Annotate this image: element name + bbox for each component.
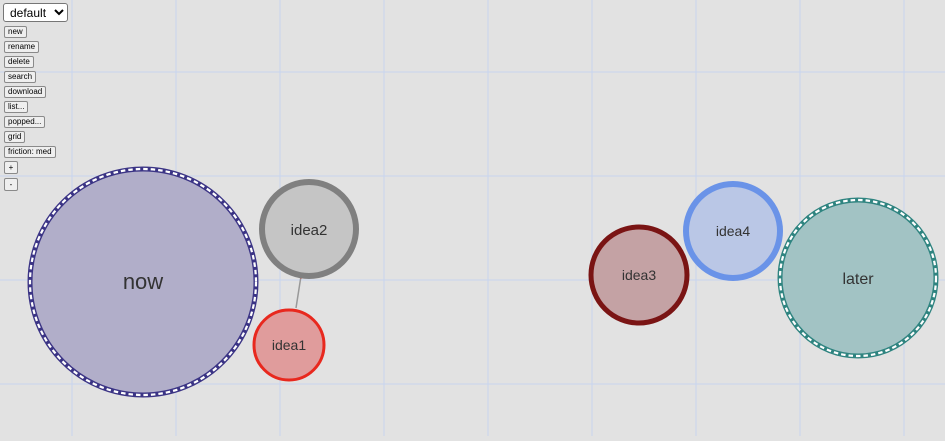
bubble-idea1-label: idea1 [272,337,306,353]
delete-button[interactable]: delete [4,56,34,68]
download-button[interactable]: download [4,86,47,98]
bubble-idea3-label: idea3 [622,267,656,283]
board-select[interactable]: default [3,3,68,22]
bubble-idea2[interactable]: idea2 [259,179,359,279]
search-button[interactable]: search [4,71,37,83]
link-line [295,275,302,309]
rename-button[interactable]: rename [4,41,40,53]
bubble-idea4[interactable]: idea4 [683,181,783,281]
friction-button[interactable]: friction: med [4,146,56,158]
mindmap-canvas[interactable]: now idea2 idea1 idea3 idea4 later [0,0,945,436]
zoom-out-button[interactable]: - [4,178,18,191]
bubble-idea1[interactable]: idea1 [252,308,326,382]
new-button[interactable]: new [4,26,27,38]
bubble-idea3[interactable]: idea3 [588,224,690,326]
grid-button[interactable]: grid [4,131,26,143]
bubble-now[interactable]: now [27,166,259,398]
bubble-now-label: now [123,269,163,294]
bubble-board[interactable]: now idea2 idea1 idea3 idea4 later [0,0,945,436]
zoom-in-button[interactable]: + [4,161,18,174]
bubble-later[interactable]: later [777,197,939,359]
bubble-later-label: later [842,271,874,288]
toolbar: default new rename delete search downloa… [3,3,68,195]
bubble-idea2-label: idea2 [291,222,328,239]
bubble-idea4-label: idea4 [716,223,750,239]
list-button[interactable]: list... [4,101,29,113]
popped-button[interactable]: popped... [4,116,46,128]
